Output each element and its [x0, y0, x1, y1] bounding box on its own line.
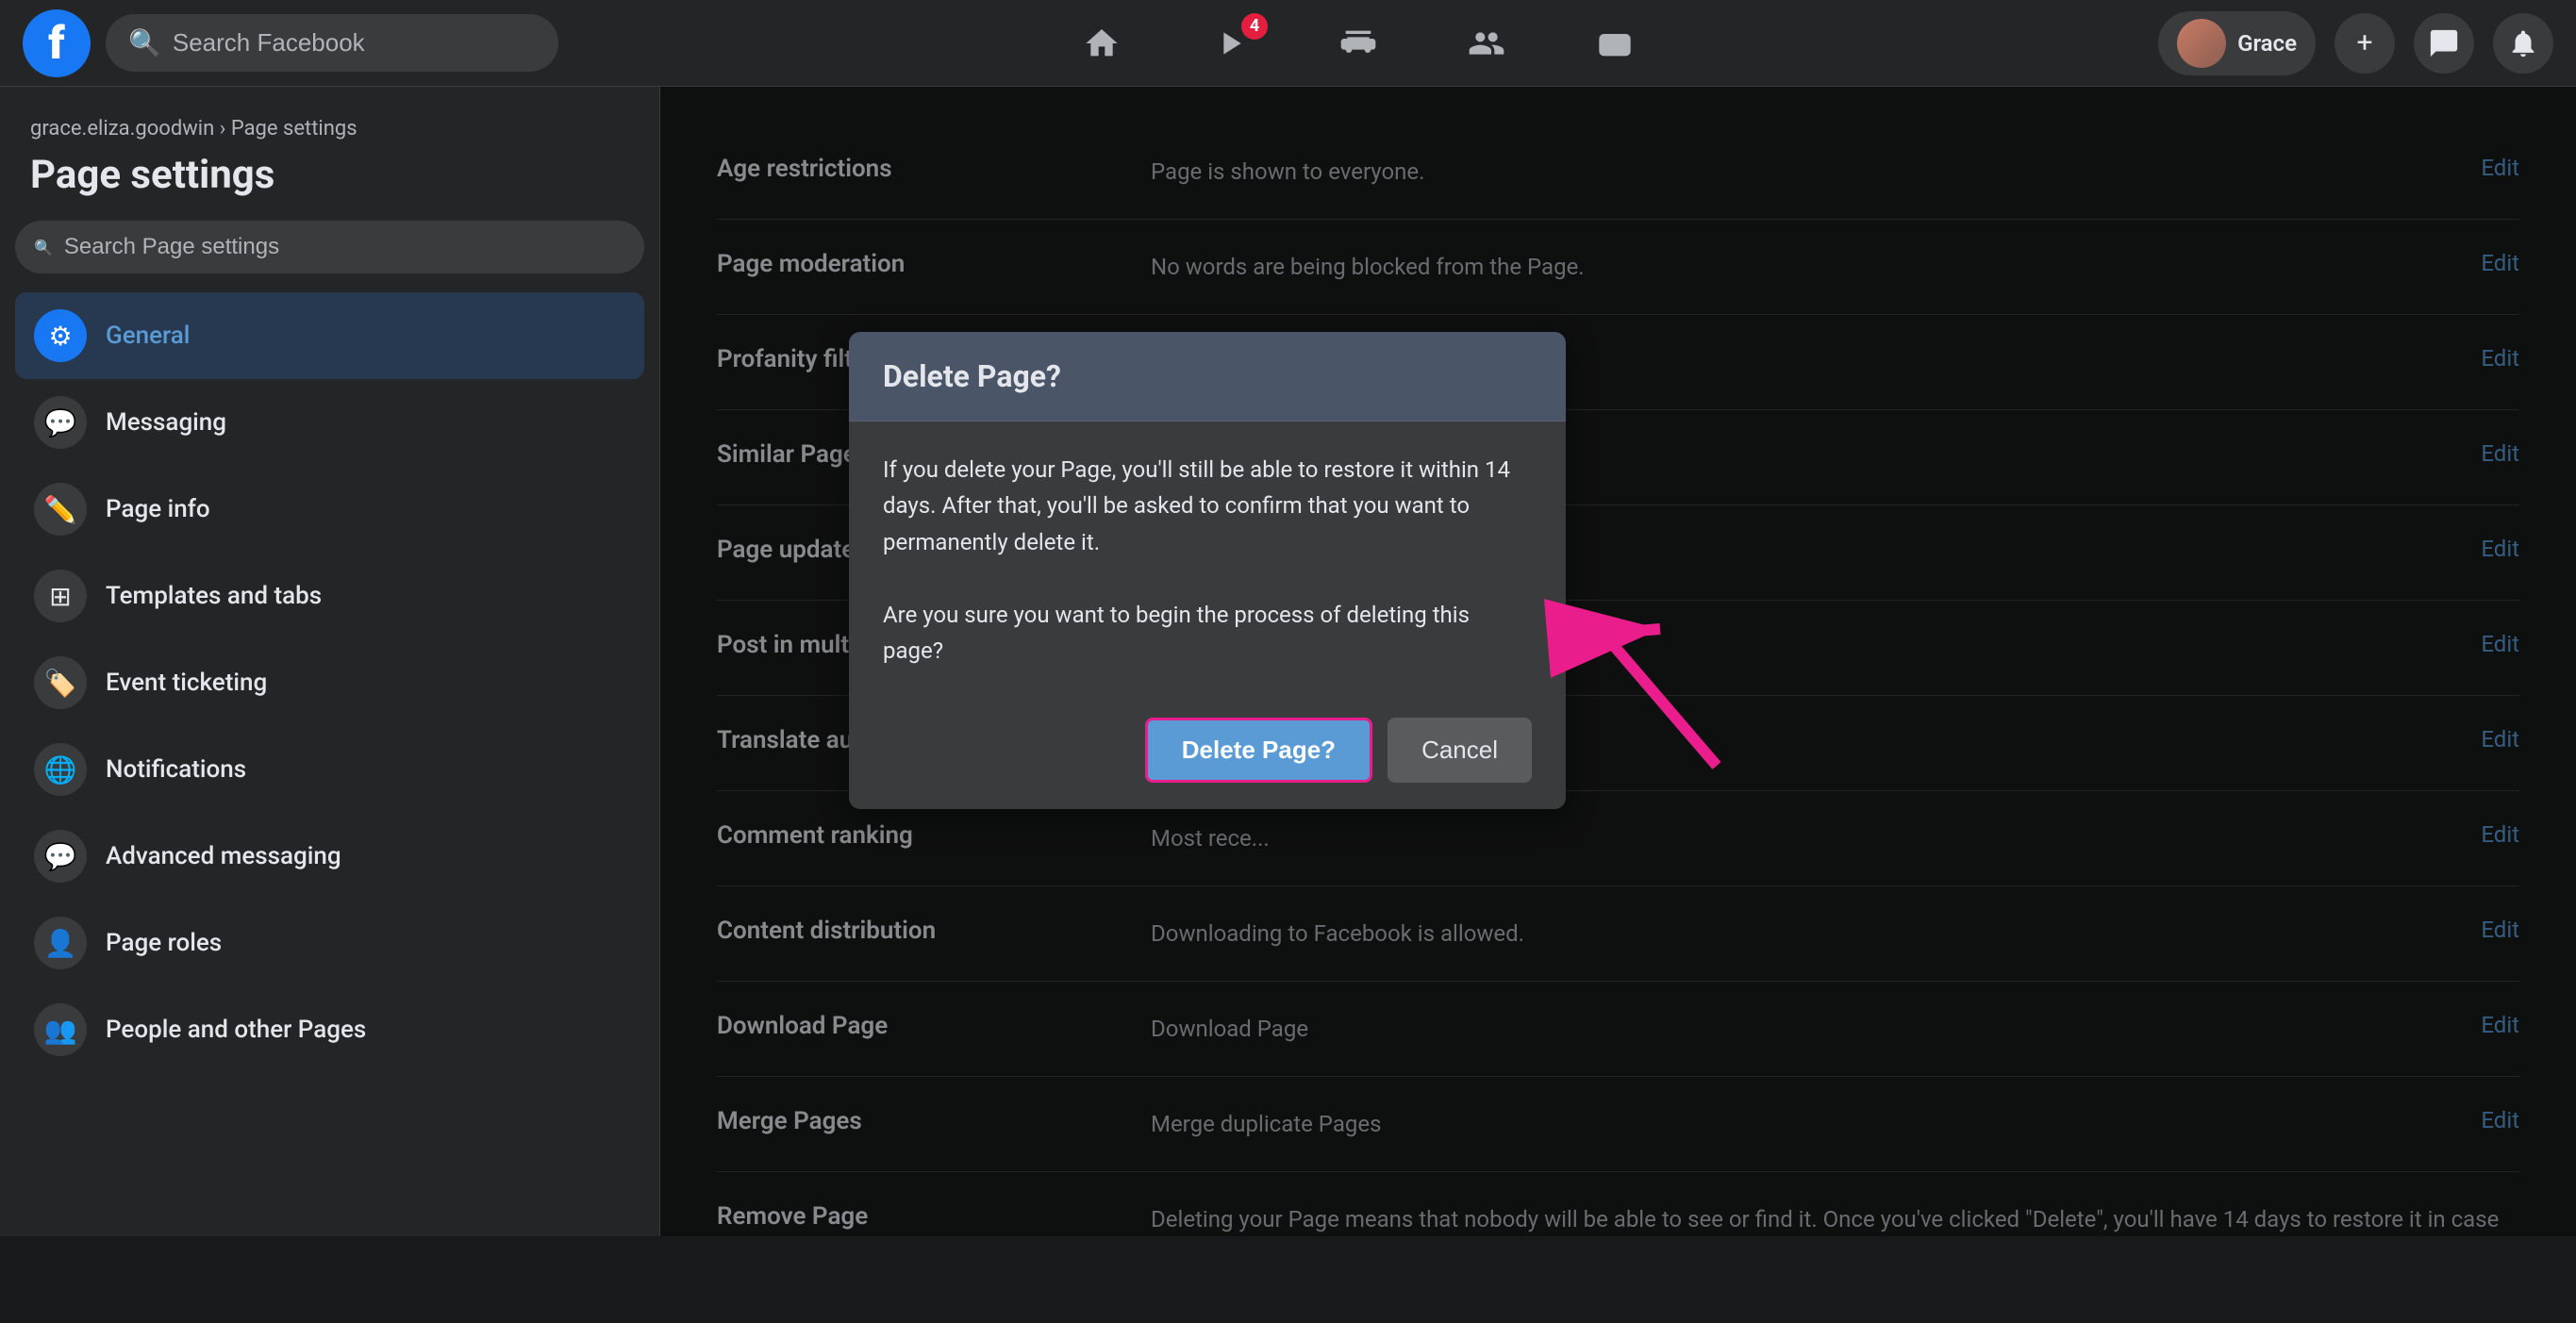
advanced-messaging-icon: 💬: [34, 830, 87, 883]
search-icon: 🔍: [128, 27, 161, 58]
people-pages-icon: 👥: [34, 1003, 87, 1056]
messaging-icon: 💬: [34, 396, 87, 449]
search-bar[interactable]: 🔍: [106, 14, 558, 72]
sidebar-item-label: Event ticketing: [106, 669, 267, 697]
video-badge: 4: [1241, 13, 1268, 40]
sidebar-item-label: Messaging: [106, 408, 226, 437]
sidebar-item-page-roles[interactable]: 👤 Page roles: [15, 900, 644, 986]
sidebar: grace.eliza.goodwin › Page settings Page…: [0, 87, 660, 1236]
templates-icon: ⊞: [34, 570, 87, 622]
facebook-logo: f: [23, 9, 91, 77]
sidebar-item-advanced-messaging[interactable]: 💬 Advanced messaging: [15, 813, 644, 900]
user-name: Grace: [2237, 30, 2297, 57]
nav-right: Grace +: [2158, 11, 2553, 75]
sidebar-search-input[interactable]: [64, 234, 625, 260]
sidebar-item-label: Advanced messaging: [106, 842, 341, 870]
sidebar-item-templates-tabs[interactable]: ⊞ Templates and tabs: [15, 553, 644, 639]
gear-icon: ⚙: [34, 309, 87, 362]
notifications-button[interactable]: [2493, 13, 2553, 74]
search-input[interactable]: [173, 28, 536, 58]
page-info-icon: ✏️: [34, 483, 87, 536]
ticketing-icon: 🏷️: [34, 656, 87, 709]
top-navigation: f 🔍 4: [0, 0, 2576, 87]
store-nav-button[interactable]: [1313, 9, 1404, 77]
messenger-button[interactable]: [2414, 13, 2474, 74]
notifications-sidebar-icon: 🌐: [34, 743, 87, 796]
sidebar-item-label: Page info: [106, 495, 210, 523]
sidebar-item-event-ticketing[interactable]: 🏷️ Event ticketing: [15, 639, 644, 726]
page-title: Page settings: [15, 152, 644, 198]
nav-center: 4: [558, 9, 2158, 77]
breadcrumb-parent[interactable]: grace.eliza.goodwin: [30, 117, 214, 141]
user-chip[interactable]: Grace: [2158, 11, 2316, 75]
avatar: [2177, 19, 2226, 68]
add-button[interactable]: +: [2335, 13, 2395, 74]
breadcrumb: grace.eliza.goodwin › Page settings: [15, 117, 644, 141]
breadcrumb-current: Page settings: [231, 117, 357, 141]
sidebar-item-page-info[interactable]: ✏️ Page info: [15, 466, 644, 553]
home-nav-button[interactable]: [1056, 9, 1147, 77]
breadcrumb-separator: ›: [220, 117, 226, 141]
sidebar-item-notifications[interactable]: 🌐 Notifications: [15, 726, 644, 813]
page-roles-icon: 👤: [34, 917, 87, 969]
sidebar-search[interactable]: 🔍: [15, 221, 644, 273]
modal-delete-button[interactable]: Delete Page?: [1145, 718, 1372, 783]
sidebar-item-label: Page roles: [106, 929, 222, 957]
sidebar-item-messaging[interactable]: 💬 Messaging: [15, 379, 644, 466]
sidebar-item-label: Notifications: [106, 755, 246, 784]
sidebar-item-label: General: [106, 322, 190, 350]
sidebar-item-people-other-pages[interactable]: 👥 People and other Pages: [15, 986, 644, 1073]
modal-title: Delete Page?: [849, 332, 1566, 422]
sidebar-search-icon: 🔍: [34, 239, 53, 256]
content-area: Age restrictions Page is shown to everyo…: [660, 87, 2576, 1236]
video-nav-button[interactable]: 4: [1185, 9, 1275, 77]
sidebar-item-label: People and other Pages: [106, 1016, 366, 1044]
arrow-annotation: [1434, 521, 1811, 803]
gaming-nav-button[interactable]: [1570, 9, 1660, 77]
modal-overlay[interactable]: Delete Page? If you delete your Page, yo…: [660, 87, 2576, 1236]
sidebar-item-general[interactable]: ⚙ General: [15, 292, 644, 379]
groups-nav-button[interactable]: [1441, 9, 1532, 77]
sidebar-item-label: Templates and tabs: [106, 582, 322, 610]
main-layout: grace.eliza.goodwin › Page settings Page…: [0, 87, 2576, 1236]
